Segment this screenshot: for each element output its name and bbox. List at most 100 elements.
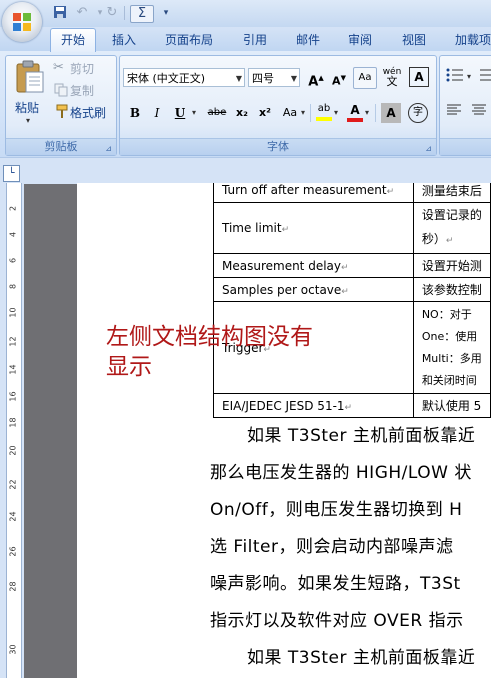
ruler-number: 18 xyxy=(8,417,18,428)
font-name-combo[interactable]: 宋体 (中文正文) ▼ xyxy=(123,68,245,87)
shrink-font-icon: A xyxy=(332,74,341,88)
ruler-number: 12 xyxy=(8,336,18,347)
chevron-down-icon: ▼ xyxy=(290,74,297,83)
change-case-button[interactable]: Aa xyxy=(279,103,301,123)
italic-button[interactable]: I xyxy=(147,103,167,123)
font-launcher-icon[interactable]: ⊿ xyxy=(425,144,432,153)
highlight-icon: ab xyxy=(317,103,331,114)
font-size-value: 四号 xyxy=(252,72,274,85)
table-cell[interactable]: 默认使用 5 xyxy=(412,393,491,418)
enclose-chars-button[interactable]: 字 xyxy=(408,103,428,123)
superscript-icon: x² xyxy=(259,106,271,119)
strikethrough-button[interactable]: abe xyxy=(204,103,230,123)
table-cell[interactable]: 设置开始测 xyxy=(412,253,491,278)
tab-references[interactable]: 引用 xyxy=(243,31,267,49)
font-size-combo[interactable]: 四号 ▼ xyxy=(248,68,300,87)
save-icon[interactable] xyxy=(52,5,68,21)
ruler-number: 30 xyxy=(8,644,18,655)
align-center-icon xyxy=(472,104,486,115)
undo-icon[interactable]: ↶ xyxy=(74,5,90,21)
tab-label: 视图 xyxy=(402,33,427,47)
paste-dropdown-icon: ▾ xyxy=(26,116,31,125)
document-page[interactable]: Turn off after measurement↵ 测量结束后 Time l… xyxy=(77,183,491,678)
change-case-dropdown-icon[interactable]: ▾ xyxy=(301,108,305,117)
tab-label: 审阅 xyxy=(348,33,373,47)
tab-label: 插入 xyxy=(112,33,137,47)
font-color-dropdown-icon[interactable]: ▾ xyxy=(365,108,369,117)
clear-format-icon: Aa xyxy=(358,72,372,83)
ruler-number: 26 xyxy=(8,546,18,557)
char-border-icon: A xyxy=(414,70,424,84)
table-cell[interactable]: EIA/JEDEC JESD 51-1↵ xyxy=(213,393,414,418)
bold-button[interactable]: B xyxy=(125,103,145,123)
highlight-button[interactable]: ab xyxy=(314,102,334,122)
ruler-bar xyxy=(0,157,491,184)
subscript-icon: x₂ xyxy=(236,106,248,119)
superscript-button[interactable]: x² xyxy=(255,103,275,123)
underline-button[interactable]: U xyxy=(170,103,190,123)
tab-selector-button[interactable]: └ xyxy=(3,165,20,182)
ruler-number: 28 xyxy=(8,581,18,592)
bullets-icon xyxy=(446,68,463,82)
paste-icon xyxy=(16,60,44,93)
bullets-dropdown-icon[interactable]: ▾ xyxy=(467,72,471,81)
align-center-button[interactable] xyxy=(468,103,490,123)
annotation-line: 左侧文档结构图没有 xyxy=(106,324,313,350)
body-paragraph-line: 指示灯以及软件对应 OVER 指示 xyxy=(210,611,464,631)
table-cell[interactable]: Samples per octave↵ xyxy=(213,277,414,302)
font-group-label: 字体 xyxy=(120,138,436,155)
tab-label: 加载项 xyxy=(455,33,491,47)
bold-icon: B xyxy=(129,106,141,120)
tab-label: 开始 xyxy=(60,33,85,47)
clipboard-launcher-icon[interactable]: ⊿ xyxy=(105,144,112,153)
table-row: Measurement delay↵ 设置开始测 xyxy=(213,253,491,278)
ruler-number: 6 xyxy=(8,257,18,264)
numbering-button[interactable] xyxy=(476,68,491,88)
tab-view[interactable]: 视图 xyxy=(402,31,426,49)
chevron-down-icon: ▼ xyxy=(235,74,242,83)
tab-addins[interactable]: 加载项 xyxy=(455,31,491,49)
tab-mailings[interactable]: 邮件 xyxy=(296,31,320,49)
phonetic-guide-button[interactable]: wén 文 xyxy=(380,67,404,87)
office-logo-icon xyxy=(13,13,31,31)
sigma-icon[interactable]: Σ xyxy=(130,5,154,23)
tab-label: 邮件 xyxy=(296,33,321,47)
tab-review[interactable]: 审阅 xyxy=(348,31,372,49)
tab-insert[interactable]: 插入 xyxy=(112,31,136,49)
office-button[interactable] xyxy=(2,2,42,42)
body-paragraph-line: 如果 T3Ster 主机前面板靠近 xyxy=(212,426,476,446)
table-cell[interactable]: 测量结束后 xyxy=(412,183,491,203)
tab-page-layout[interactable]: 页面布局 xyxy=(165,31,213,49)
table-cell[interactable]: Measurement delay↵ xyxy=(213,253,414,278)
table-cell[interactable]: Turn off after measurement↵ xyxy=(213,183,414,203)
grow-font-button[interactable]: A▲ xyxy=(306,68,326,89)
char-shading-button[interactable]: A xyxy=(381,103,401,123)
ruler-number: 4 xyxy=(8,231,18,238)
ruler-number: 2 xyxy=(8,205,18,212)
underline-dropdown-icon[interactable]: ▾ xyxy=(192,108,196,117)
table-cell[interactable]: 设置记录的 秒）↵ xyxy=(412,202,491,254)
table-cell[interactable]: Time limit↵ xyxy=(213,202,414,254)
tab-home[interactable]: 开始 xyxy=(50,28,96,52)
shrink-font-button[interactable]: A▼ xyxy=(329,68,349,88)
table-row: Turn off after measurement↵ 测量结束后 xyxy=(213,183,491,203)
format-painter-icon xyxy=(56,104,68,118)
bullets-button[interactable] xyxy=(443,68,467,88)
change-case-icon: Aa xyxy=(282,106,298,119)
table-cell[interactable]: 该参数控制 xyxy=(412,277,491,302)
italic-icon: I xyxy=(154,106,160,120)
align-left-button[interactable] xyxy=(443,103,465,123)
body-paragraph-line: 选 Filter，则会启动内部噪声滤 xyxy=(210,537,454,557)
clear-format-button[interactable]: Aa xyxy=(353,67,377,89)
table-cell[interactable]: NO：对于 One：使用 Multi：多用 和关闭时间 xyxy=(412,301,491,394)
qa-separator xyxy=(124,6,125,20)
subscript-button[interactable]: x₂ xyxy=(232,103,252,123)
separator xyxy=(375,104,376,122)
char-shading-icon: A xyxy=(386,106,396,120)
font-color-button[interactable]: A xyxy=(345,102,365,122)
customize-icon[interactable]: ▾ xyxy=(158,5,174,21)
highlight-dropdown-icon[interactable]: ▾ xyxy=(334,108,338,117)
redo-icon[interactable]: ↻ xyxy=(104,5,120,21)
paste-button[interactable]: 粘贴 ▾ xyxy=(12,58,48,128)
char-border-button[interactable]: A xyxy=(409,67,429,87)
